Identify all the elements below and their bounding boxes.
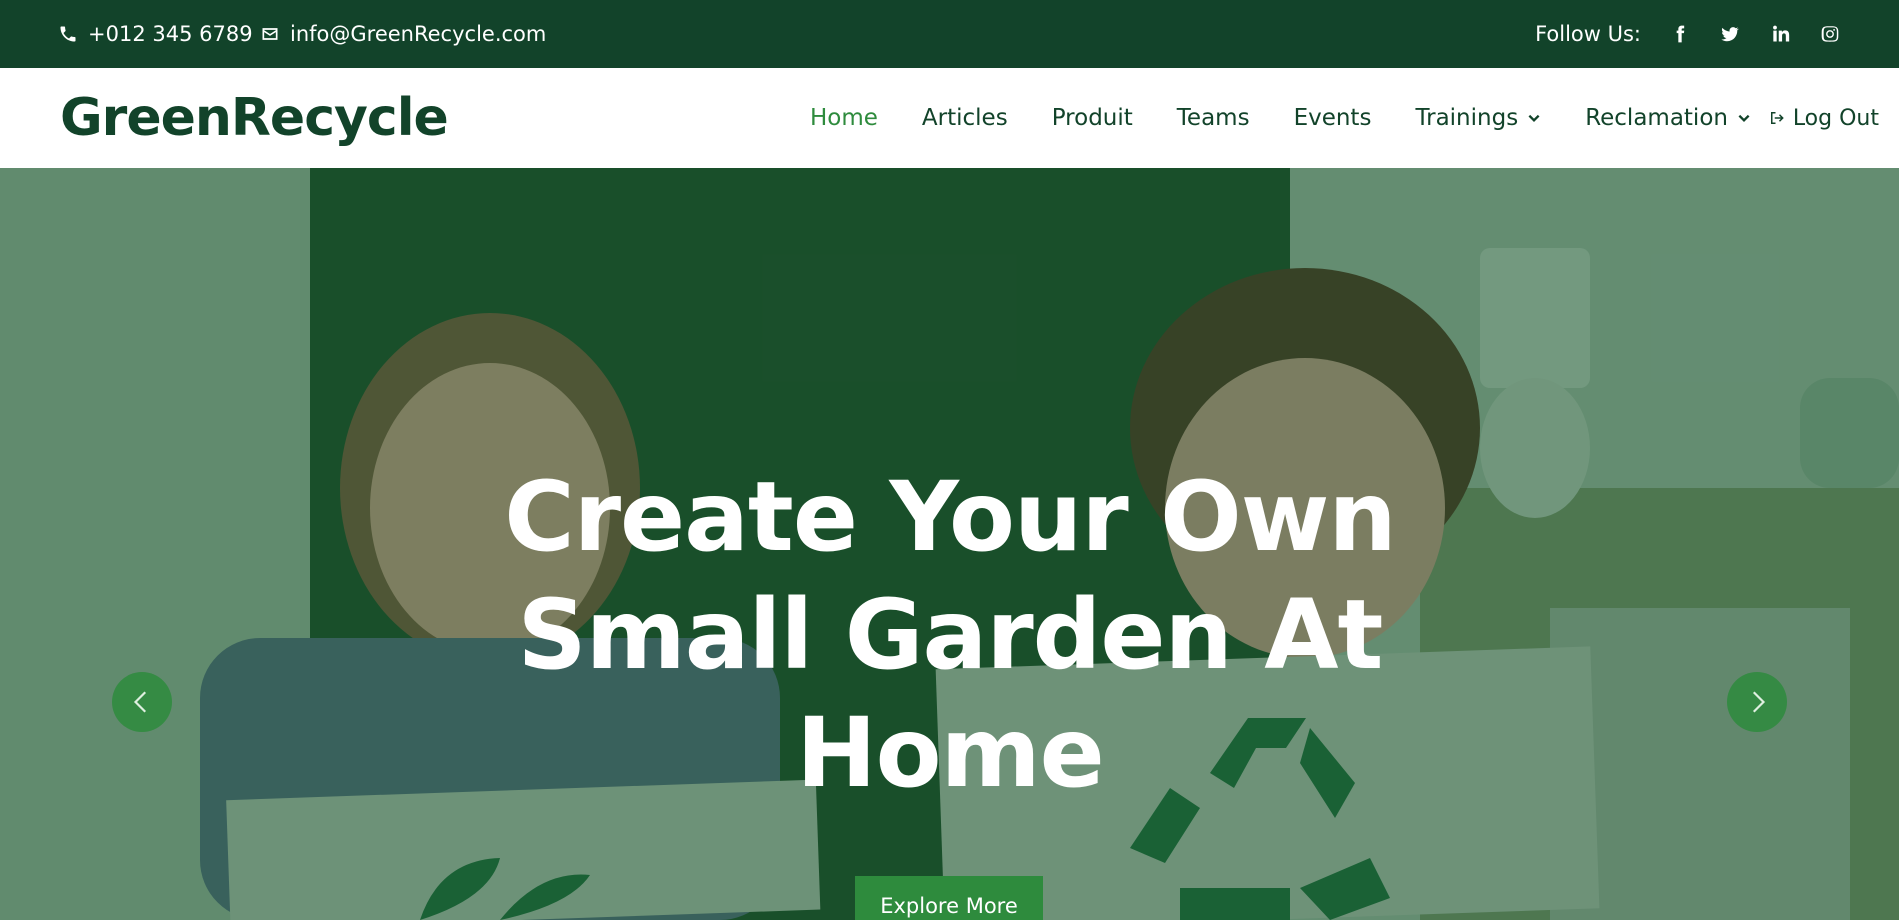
nav-item-home[interactable]: Home xyxy=(810,105,878,131)
nav-label: Articles xyxy=(921,105,1008,131)
phone-contact[interactable]: +012 345 6789 xyxy=(58,0,253,68)
nav-label: Reclamation xyxy=(1585,105,1728,131)
carousel-next-button[interactable] xyxy=(1727,672,1787,732)
follow-us: Follow Us: xyxy=(1535,0,1841,68)
nav-item-teams[interactable]: Teams xyxy=(1177,105,1250,131)
sign-out-icon xyxy=(1770,112,1784,124)
nav-label: Home xyxy=(810,105,878,131)
nav-label: Trainings xyxy=(1415,105,1519,131)
site-logo[interactable]: GreenRecycle xyxy=(60,90,449,146)
logout-link[interactable]: Log Out xyxy=(1768,68,1879,168)
envelope-icon xyxy=(262,28,278,40)
logout-label: Log Out xyxy=(1792,105,1879,131)
email-address: info@GreenRecycle.com xyxy=(290,22,547,46)
facebook-icon[interactable] xyxy=(1669,23,1691,45)
email-contact[interactable]: info@GreenRecycle.com xyxy=(260,0,546,68)
main-navbar: GreenRecycle Home Articles Produit Teams… xyxy=(0,68,1899,168)
nav-label: Produit xyxy=(1051,105,1133,131)
nav-label: Events xyxy=(1293,105,1372,131)
nav-item-articles[interactable]: Articles xyxy=(922,105,1008,131)
explore-more-button[interactable]: Explore More xyxy=(855,876,1043,920)
main-nav: Home Articles Produit Teams Events Train… xyxy=(810,68,1795,168)
carousel-prev-button[interactable] xyxy=(112,672,172,732)
chevron-left-icon xyxy=(133,691,147,713)
instagram-icon[interactable] xyxy=(1819,23,1841,45)
twitter-icon[interactable] xyxy=(1719,23,1741,45)
nav-item-trainings[interactable]: Trainings xyxy=(1415,105,1541,131)
nav-item-events[interactable]: Events xyxy=(1294,105,1372,131)
top-bar: +012 345 6789 info@GreenRecycle.com Foll… xyxy=(0,0,1899,68)
nav-label: Teams xyxy=(1176,105,1250,131)
nav-item-produit[interactable]: Produit xyxy=(1052,105,1133,131)
linkedin-icon[interactable] xyxy=(1769,23,1791,45)
follow-label: Follow Us: xyxy=(1535,22,1641,46)
hero-carousel: Create Your Own Small Garden At Home Exp… xyxy=(0,168,1899,920)
chevron-right-icon xyxy=(1752,691,1766,713)
phone-number: +012 345 6789 xyxy=(88,22,253,46)
nav-item-reclamation[interactable]: Reclamation xyxy=(1585,105,1751,131)
chevron-down-icon xyxy=(1738,114,1750,122)
phone-icon xyxy=(60,26,76,42)
chevron-down-icon xyxy=(1528,114,1540,122)
hero-title: Create Your Own Small Garden At Home xyxy=(504,461,1397,809)
